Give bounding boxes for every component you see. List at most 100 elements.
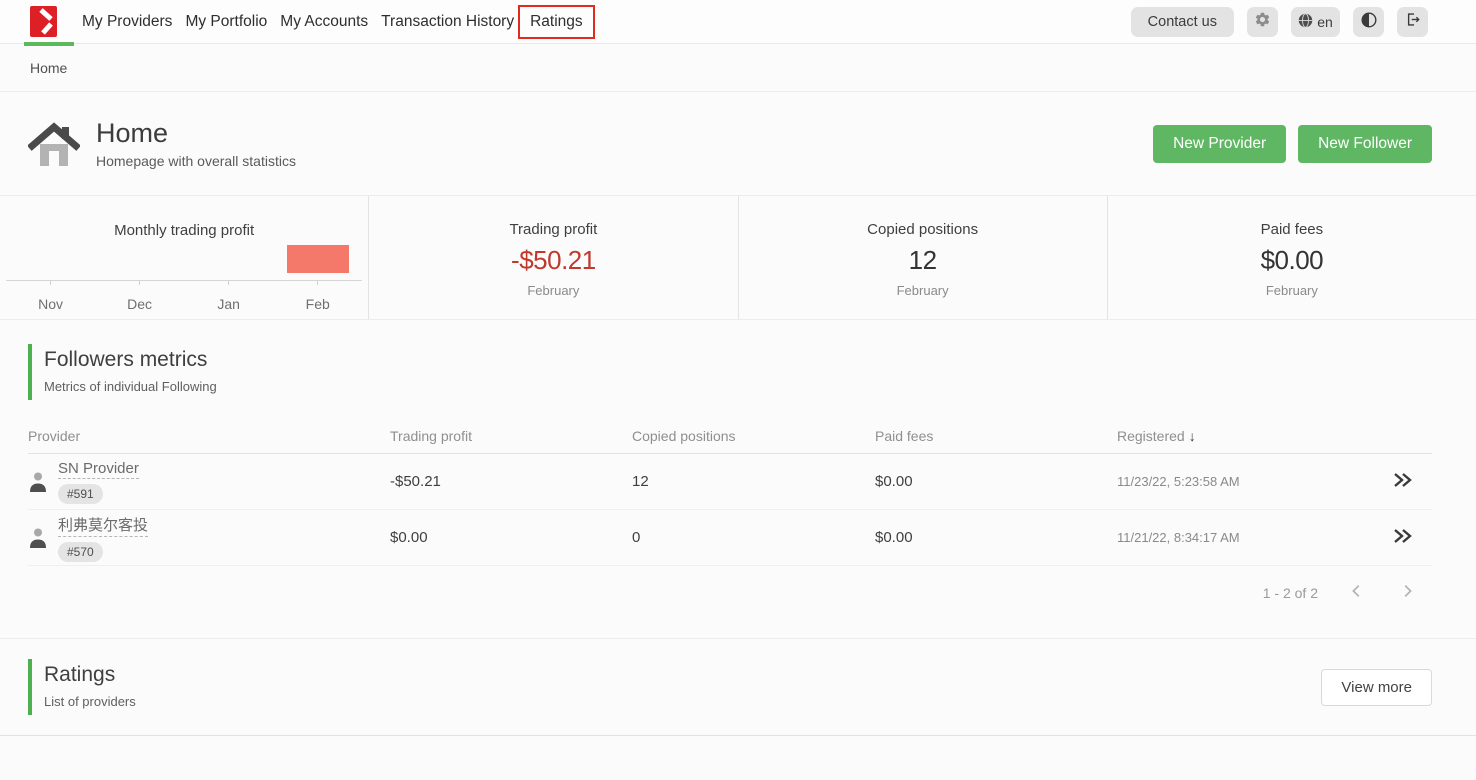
- followers-table: Provider Trading profit Copied positions…: [28, 418, 1432, 566]
- navbar-actions: Contact us en: [1131, 7, 1428, 37]
- col-registered-label: Registered: [1117, 428, 1185, 444]
- sort-desc-icon: ↓: [1189, 428, 1196, 444]
- house-icon: [28, 120, 80, 168]
- monthly-trading-profit-cell: Monthly trading profit NovDecJanFeb: [0, 196, 368, 319]
- chevron-left-icon: [1348, 582, 1366, 603]
- row-details-button[interactable]: [1392, 472, 1432, 492]
- breadcrumb-bar: Home: [0, 44, 1476, 92]
- contrast-icon: [1361, 12, 1377, 32]
- stat-label: Paid fees: [1261, 221, 1324, 238]
- cell-trading-profit: $0.00: [390, 529, 632, 546]
- chart-bar: [287, 245, 349, 273]
- stat-value: $0.00: [1261, 245, 1324, 276]
- stat-label: Copied positions: [867, 221, 978, 238]
- chart-tick-label: Dec: [95, 296, 184, 312]
- table-row: 利弗莫尔客投 #570 $0.00 0 $0.00 11/21/22, 8:34…: [28, 510, 1432, 566]
- cell-paid-fees: $0.00: [875, 473, 1117, 490]
- contact-us-button[interactable]: Contact us: [1131, 7, 1234, 37]
- nav-my-providers[interactable]: My Providers: [82, 13, 172, 31]
- page-header: Home Homepage with overall statistics Ne…: [0, 92, 1476, 195]
- chart-title: Monthly trading profit: [0, 196, 368, 239]
- provider-id-badge: #570: [58, 542, 103, 562]
- active-tab-indicator: [24, 42, 74, 46]
- cell-copied-positions: 12: [632, 473, 875, 490]
- cell-registered: 11/21/22, 8:34:17 AM: [1117, 530, 1380, 545]
- theme-toggle-button[interactable]: [1353, 7, 1384, 37]
- settings-button[interactable]: [1247, 7, 1278, 37]
- overall-stats-row: Monthly trading profit NovDecJanFeb Trad…: [0, 195, 1476, 320]
- chevron-right-icon: [1398, 582, 1416, 603]
- pagination: 1 - 2 of 2: [28, 580, 1418, 605]
- main-nav: My Providers My Portfolio My Accounts Tr…: [82, 5, 586, 39]
- cell-paid-fees: $0.00: [875, 529, 1117, 546]
- section-subtitle: Metrics of individual Following: [44, 379, 1432, 394]
- new-follower-button[interactable]: New Follower: [1298, 125, 1432, 163]
- exit-icon: [1404, 11, 1421, 32]
- nav-my-portfolio[interactable]: My Portfolio: [185, 13, 267, 31]
- stat-period: February: [1266, 283, 1318, 298]
- chart-ticks: [6, 281, 362, 285]
- double-chevron-icon: [1392, 472, 1414, 492]
- logout-button[interactable]: [1397, 7, 1428, 37]
- provider-name-link[interactable]: 利弗莫尔客投: [58, 514, 148, 537]
- copied-positions-cell: Copied positions 12 February: [738, 196, 1107, 319]
- section-subtitle: List of providers: [44, 694, 136, 709]
- language-button[interactable]: en: [1291, 7, 1340, 37]
- followers-metrics-heading: Followers metrics Metrics of individual …: [28, 344, 1432, 400]
- person-icon: [28, 527, 48, 549]
- stat-period: February: [897, 283, 949, 298]
- chart-tick-label: Feb: [273, 296, 362, 312]
- top-navbar: My Providers My Portfolio My Accounts Tr…: [0, 0, 1476, 44]
- provider-id-badge: #591: [58, 484, 103, 504]
- gear-icon: [1254, 11, 1271, 32]
- new-provider-button[interactable]: New Provider: [1153, 125, 1286, 163]
- nav-ratings[interactable]: Ratings: [530, 13, 583, 30]
- person-icon: [28, 471, 48, 493]
- col-copied-positions: Copied positions: [632, 428, 875, 444]
- chart-tick-label: Nov: [6, 296, 95, 312]
- view-more-button[interactable]: View more: [1321, 669, 1432, 706]
- nav-transaction-history[interactable]: Transaction History: [381, 13, 514, 31]
- page-header-titles: Home Homepage with overall statistics: [96, 118, 296, 168]
- followers-metrics-section: Followers metrics Metrics of individual …: [0, 344, 1476, 605]
- chart-tick-mark: [228, 281, 229, 285]
- section-title: Ratings: [44, 663, 136, 687]
- breadcrumb[interactable]: Home: [30, 60, 67, 76]
- stat-period: February: [527, 283, 579, 298]
- ratings-heading: Ratings List of providers: [28, 659, 136, 715]
- page-subtitle: Homepage with overall statistics: [96, 153, 296, 169]
- monthly-profit-chart: Monthly trading profit NovDecJanFeb: [0, 196, 368, 319]
- header-actions: New Provider New Follower: [1153, 125, 1432, 163]
- page-title: Home: [96, 118, 296, 149]
- stat-value: -$50.21: [511, 245, 596, 276]
- pagination-prev-button[interactable]: [1346, 580, 1368, 605]
- pagination-next-button[interactable]: [1396, 580, 1418, 605]
- chart-x-labels: NovDecJanFeb: [6, 296, 362, 312]
- col-trading-profit: Trading profit: [390, 428, 632, 444]
- provider-cell: 利弗莫尔客投 #570: [28, 514, 390, 562]
- brand-logo-icon[interactable]: [30, 6, 57, 37]
- cell-copied-positions: 0: [632, 529, 875, 546]
- annotation-highlight-box: Ratings: [518, 5, 595, 39]
- row-details-button[interactable]: [1392, 528, 1432, 548]
- stat-value: 12: [909, 245, 937, 276]
- nav-my-accounts[interactable]: My Accounts: [280, 13, 368, 31]
- col-paid-fees: Paid fees: [875, 428, 1117, 444]
- globe-icon: [1298, 13, 1313, 31]
- provider-name-link[interactable]: SN Provider: [58, 460, 139, 479]
- stat-label: Trading profit: [509, 221, 597, 238]
- col-registered[interactable]: Registered↓: [1117, 428, 1380, 444]
- trading-profit-cell: Trading profit -$50.21 February: [368, 196, 737, 319]
- language-label: en: [1317, 14, 1333, 30]
- ratings-section: Ratings List of providers View more: [0, 638, 1476, 736]
- cell-trading-profit: -$50.21: [390, 473, 632, 490]
- chart-tick-mark: [50, 281, 51, 285]
- table-header-row: Provider Trading profit Copied positions…: [28, 418, 1432, 454]
- col-provider: Provider: [28, 428, 390, 444]
- table-row: SN Provider #591 -$50.21 12 $0.00 11/23/…: [28, 454, 1432, 510]
- chart-tick-mark: [139, 281, 140, 285]
- cell-registered: 11/23/22, 5:23:58 AM: [1117, 474, 1380, 489]
- paid-fees-cell: Paid fees $0.00 February: [1107, 196, 1476, 319]
- double-chevron-icon: [1392, 528, 1414, 548]
- chart-tick-mark: [317, 281, 318, 285]
